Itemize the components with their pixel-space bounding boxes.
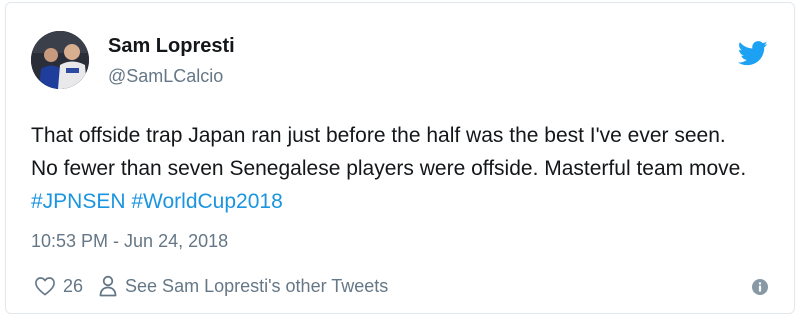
tweet-body: That offside trap Japan ran just before … [31,124,747,180]
avatar[interactable] [31,31,89,89]
person-icon [99,275,117,297]
avatar-photo [31,31,89,89]
tweet-timestamp[interactable]: 10:53 PM - Jun 24, 2018 [31,231,228,252]
author-name[interactable]: Sam Lopresti [108,35,235,58]
twitter-bird-icon[interactable] [737,41,768,66]
like-button[interactable]: 26 [34,276,99,297]
hashtag-jpnsen[interactable]: #JPNSEN [31,190,126,213]
other-tweets-label: See Sam Lopresti's other Tweets [125,275,389,296]
author-handle[interactable]: @SamLCalcio [108,66,223,87]
hashtag-worldcup2018[interactable]: #WorldCup2018 [131,190,282,213]
like-count: 26 [63,275,84,296]
tweet-card: Sam Lopresti @SamLCalcio That offside tr… [5,2,795,314]
tweet-actions: 26 See Sam Lopresti's other Tweets [34,275,388,297]
tweet-text: That offside trap Japan ran just before … [31,119,751,218]
heart-icon [34,276,56,296]
info-icon[interactable] [752,279,768,295]
other-tweets-link[interactable]: See Sam Lopresti's other Tweets [99,275,388,297]
